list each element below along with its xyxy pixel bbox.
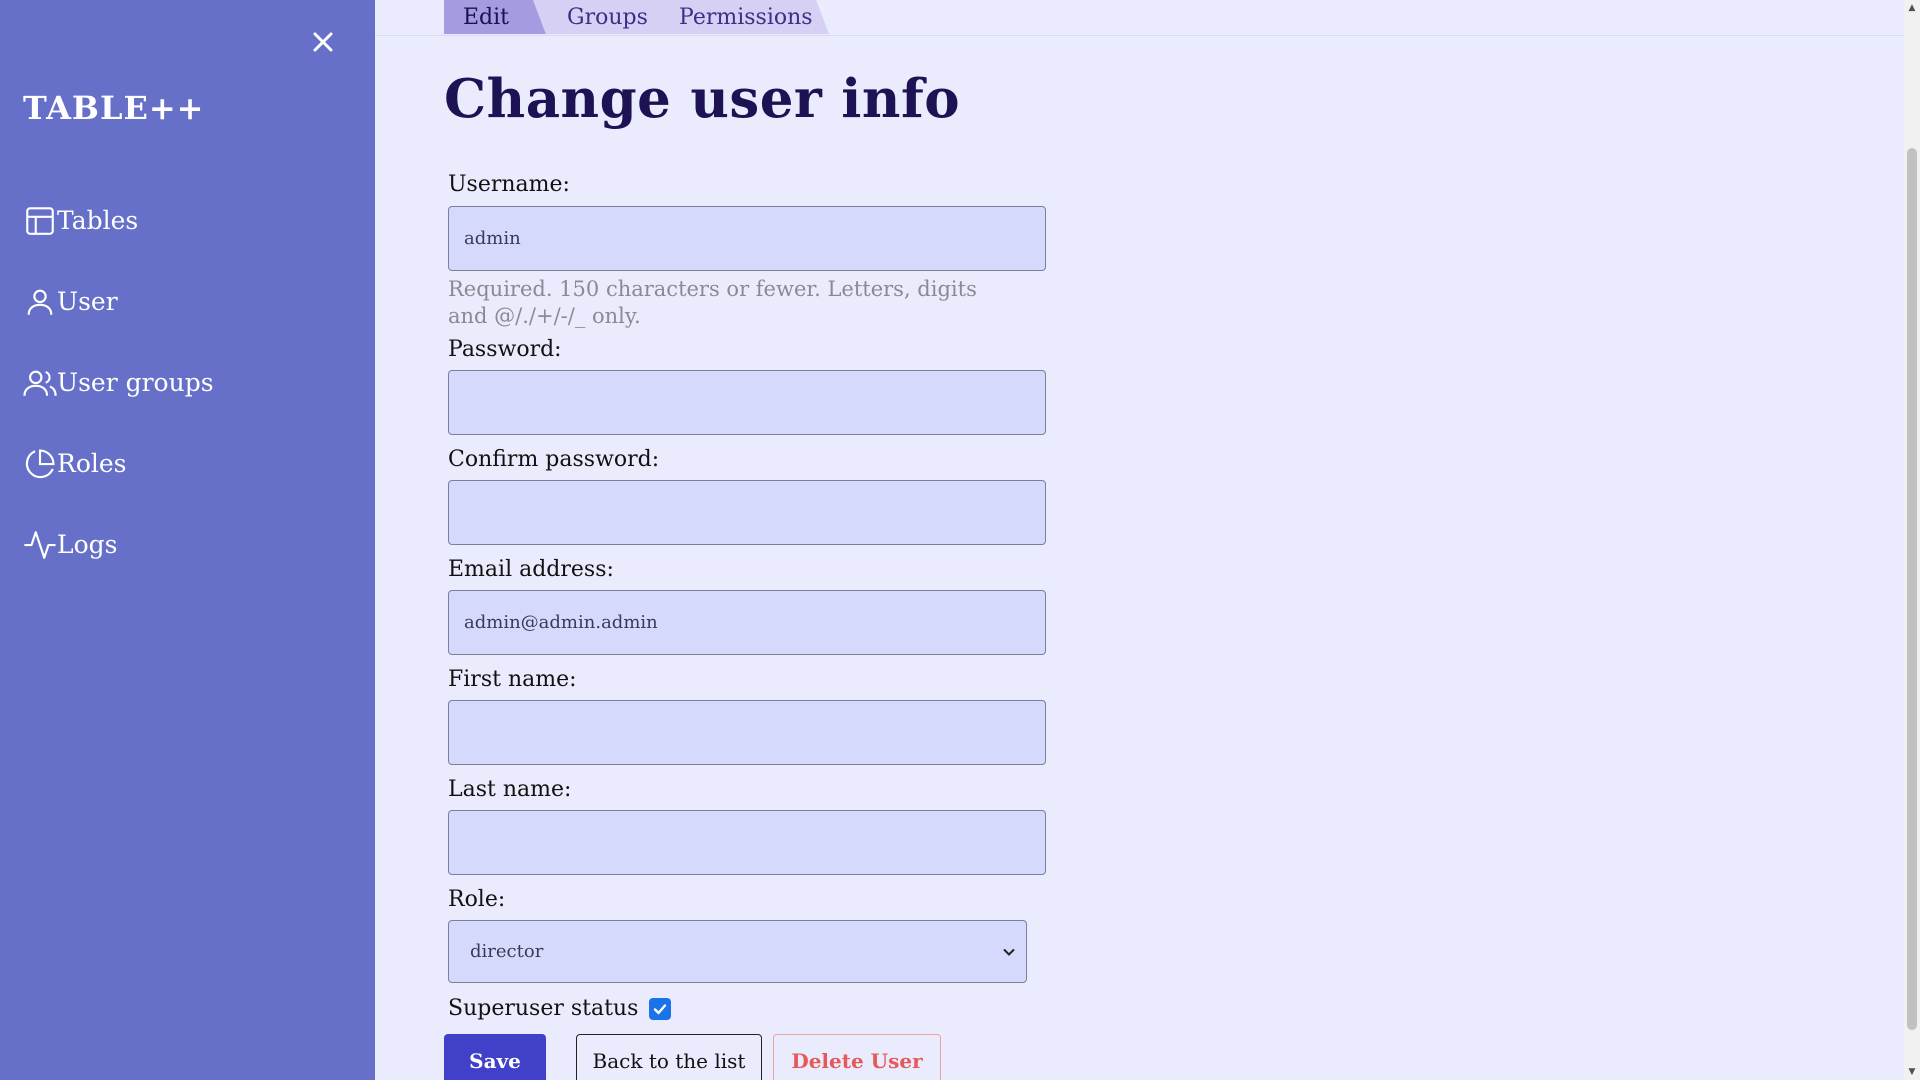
app-logo[interactable]: TABLE++ — [23, 89, 204, 127]
activity-icon — [23, 528, 57, 562]
last-name-field[interactable] — [448, 810, 1046, 875]
role-label: Role: — [448, 887, 506, 912]
first-name-label: First name: — [448, 667, 577, 692]
tab-label: Permissions — [679, 4, 813, 30]
save-button[interactable]: Save — [444, 1034, 546, 1080]
first-name-field[interactable] — [448, 700, 1046, 765]
sidebar-item-label: Roles — [57, 449, 127, 478]
sidebar-item-tables[interactable]: Tables — [23, 180, 353, 261]
password-label: Password: — [448, 337, 562, 362]
confirm-password-label: Confirm password: — [448, 447, 660, 472]
username-help-text: Required. 150 characters or fewer. Lette… — [448, 277, 977, 328]
superuser-checkbox[interactable] — [649, 997, 672, 1020]
page-title: Change user info — [444, 68, 961, 130]
superuser-label: Superuser status — [448, 996, 639, 1021]
password-field[interactable] — [448, 370, 1046, 435]
username-label: Username: — [448, 172, 570, 197]
sidebar-item-logs[interactable]: Logs — [23, 504, 353, 585]
pie-chart-icon — [23, 447, 57, 481]
sidebar: TABLE++ Tables User User groups Roles Lo… — [0, 0, 375, 1080]
scroll-thumb[interactable] — [1907, 148, 1917, 1030]
scroll-up-arrow-icon[interactable]: ▲ — [1904, 0, 1920, 16]
tab-label: Groups — [567, 4, 648, 30]
checkmark-icon — [654, 1003, 667, 1014]
role-select[interactable]: director — [448, 920, 1027, 983]
sidebar-item-label: User groups — [57, 368, 214, 397]
users-icon — [23, 366, 57, 400]
sidebar-item-label: Tables — [57, 206, 139, 235]
sidebar-item-user-groups[interactable]: User groups — [23, 342, 353, 423]
email-field[interactable] — [448, 590, 1046, 655]
table-icon — [23, 204, 57, 238]
superuser-row: Superuser status — [448, 996, 672, 1021]
user-icon — [23, 285, 57, 319]
chevron-down-icon — [1003, 948, 1015, 956]
email-label: Email address: — [448, 557, 614, 582]
tab-permissions[interactable]: Permissions — [645, 0, 829, 34]
tab-label: Edit — [463, 4, 510, 30]
sidebar-nav: Tables User User groups Roles Logs — [23, 180, 353, 585]
tab-edit[interactable]: Edit — [444, 0, 547, 34]
delete-user-button[interactable]: Delete User — [773, 1034, 941, 1080]
username-field[interactable] — [448, 206, 1046, 271]
sidebar-item-label: User — [57, 287, 118, 316]
back-to-list-button[interactable]: Back to the list — [576, 1034, 762, 1080]
last-name-label: Last name: — [448, 777, 572, 802]
tab-bar: Edit Groups Permissions — [375, 0, 1905, 36]
tab-groups[interactable]: Groups — [533, 0, 661, 34]
page-scrollbar[interactable]: ▲ ▼ — [1904, 0, 1920, 1080]
main-content: Edit Groups Permissions Change user info… — [375, 0, 1905, 1080]
close-sidebar-button[interactable] — [307, 26, 339, 58]
sidebar-item-roles[interactable]: Roles — [23, 423, 353, 504]
sidebar-item-label: Logs — [57, 530, 118, 559]
role-select-value: director — [470, 941, 544, 962]
confirm-password-field[interactable] — [448, 480, 1046, 545]
sidebar-item-user[interactable]: User — [23, 261, 353, 342]
close-icon — [313, 32, 333, 52]
scroll-down-arrow-icon[interactable]: ▼ — [1904, 1064, 1920, 1080]
